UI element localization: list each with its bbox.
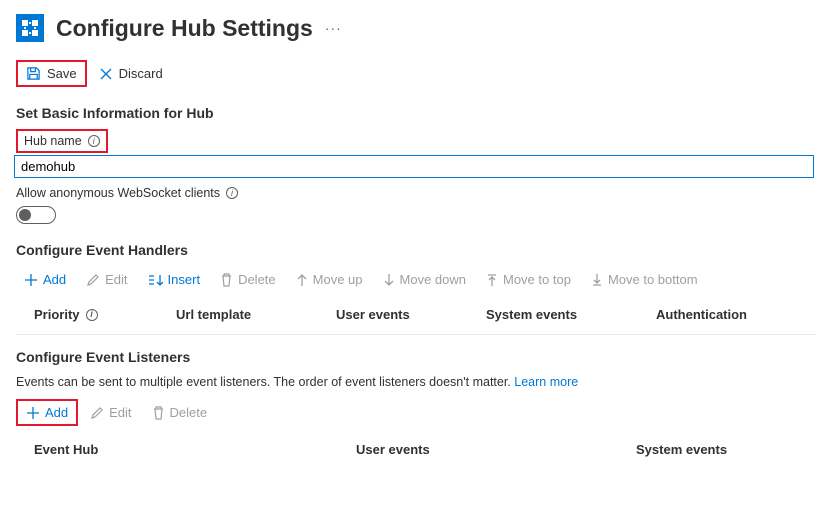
plus-icon bbox=[24, 273, 38, 287]
hub-name-input[interactable] bbox=[14, 155, 814, 178]
more-menu[interactable]: ··· bbox=[325, 20, 342, 36]
divider bbox=[16, 334, 816, 335]
allow-anon-toggle[interactable] bbox=[16, 206, 56, 224]
handlers-edit-button: Edit bbox=[78, 268, 135, 291]
handlers-delete-button: Delete bbox=[212, 268, 284, 291]
trash-icon bbox=[220, 273, 233, 287]
arrow-down-icon bbox=[383, 273, 395, 287]
handlers-movedown-button: Move down bbox=[375, 268, 474, 291]
add-label: Add bbox=[45, 405, 68, 420]
basic-section-title: Set Basic Information for Hub bbox=[16, 105, 816, 121]
save-button[interactable]: Save bbox=[16, 60, 87, 87]
delete-label: Delete bbox=[238, 272, 276, 287]
handlers-insert-button[interactable]: Insert bbox=[140, 268, 209, 291]
arrow-up-icon bbox=[296, 273, 308, 287]
listeners-description: Events can be sent to multiple event lis… bbox=[16, 375, 816, 389]
col-system-events: System events bbox=[486, 307, 656, 322]
info-icon[interactable]: i bbox=[226, 187, 238, 199]
handlers-movebottom-button: Move to bottom bbox=[583, 268, 706, 291]
close-icon bbox=[99, 67, 113, 81]
hub-app-icon bbox=[16, 14, 44, 42]
arrow-bottom-icon bbox=[591, 273, 603, 287]
learn-more-link[interactable]: Learn more bbox=[514, 375, 578, 389]
arrow-top-icon bbox=[486, 273, 498, 287]
handlers-section-title: Configure Event Handlers bbox=[16, 242, 816, 258]
insert-icon bbox=[148, 273, 163, 287]
action-toolbar: Save Discard bbox=[16, 60, 816, 87]
col-user-events: User events bbox=[356, 442, 636, 457]
listeners-command-bar: Add Edit Delete bbox=[16, 399, 816, 426]
pencil-icon bbox=[90, 406, 104, 420]
handlers-command-bar: Add Edit Insert Delete Move up Move down… bbox=[16, 268, 816, 291]
edit-label: Edit bbox=[105, 272, 127, 287]
hub-name-label: Hub name bbox=[24, 134, 82, 148]
edit-label: Edit bbox=[109, 405, 131, 420]
save-label: Save bbox=[47, 66, 77, 81]
page-title: Configure Hub Settings bbox=[56, 15, 313, 42]
col-auth: Authentication bbox=[656, 307, 796, 322]
movedown-label: Move down bbox=[400, 272, 466, 287]
col-priority: Priority bbox=[34, 307, 80, 322]
pencil-icon bbox=[86, 273, 100, 287]
plus-icon bbox=[26, 406, 40, 420]
listeners-delete-button: Delete bbox=[144, 401, 216, 424]
insert-label: Insert bbox=[168, 272, 201, 287]
handlers-moveup-button: Move up bbox=[288, 268, 371, 291]
col-system-events: System events bbox=[636, 442, 796, 457]
hub-name-field: Hub name i bbox=[16, 131, 816, 178]
listeners-section-title: Configure Event Listeners bbox=[16, 349, 816, 365]
handlers-table-header: Priority i Url template User events Syste… bbox=[16, 301, 816, 328]
info-icon[interactable]: i bbox=[88, 135, 100, 147]
listeners-edit-button: Edit bbox=[82, 401, 139, 424]
moveup-label: Move up bbox=[313, 272, 363, 287]
allow-anon-label: Allow anonymous WebSocket clients bbox=[16, 186, 220, 200]
handlers-add-button[interactable]: Add bbox=[16, 268, 74, 291]
page-header: Configure Hub Settings ··· bbox=[16, 14, 816, 42]
handlers-movetop-button: Move to top bbox=[478, 268, 579, 291]
delete-label: Delete bbox=[170, 405, 208, 420]
save-icon bbox=[26, 66, 41, 81]
add-label: Add bbox=[43, 272, 66, 287]
col-event-hub: Event Hub bbox=[16, 442, 356, 457]
col-url: Url template bbox=[176, 307, 336, 322]
info-icon[interactable]: i bbox=[86, 309, 98, 321]
listeners-add-button[interactable]: Add bbox=[16, 399, 78, 426]
trash-icon bbox=[152, 406, 165, 420]
movetop-label: Move to top bbox=[503, 272, 571, 287]
listeners-table-header: Event Hub User events System events bbox=[16, 436, 816, 463]
discard-label: Discard bbox=[119, 66, 163, 81]
col-user-events: User events bbox=[336, 307, 486, 322]
discard-button[interactable]: Discard bbox=[91, 62, 171, 85]
movebottom-label: Move to bottom bbox=[608, 272, 698, 287]
